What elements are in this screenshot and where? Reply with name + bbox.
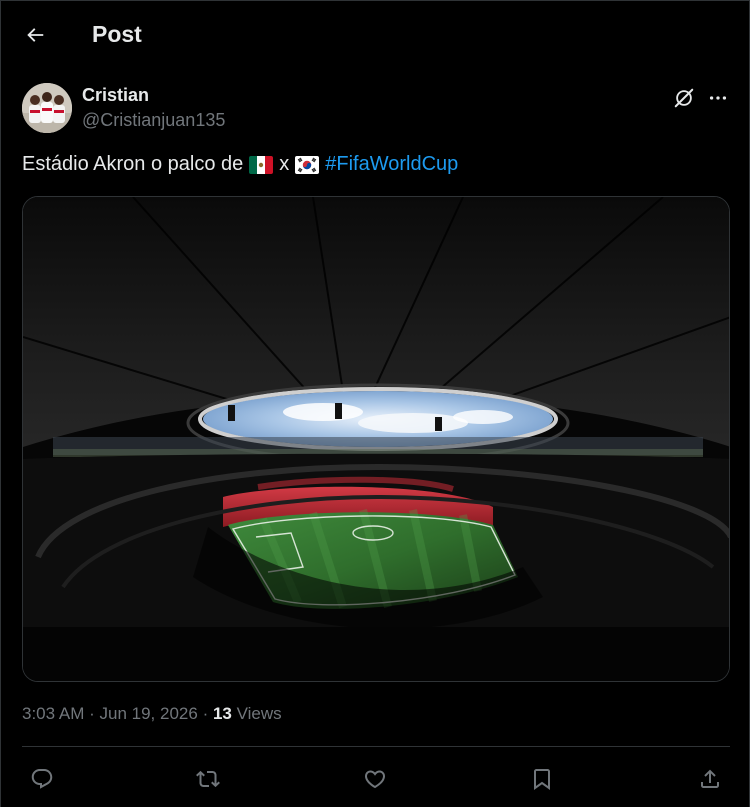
bookmark-button[interactable] bbox=[522, 759, 562, 799]
more-button[interactable] bbox=[703, 83, 733, 113]
grok-button[interactable] bbox=[669, 83, 699, 113]
tweet-media-image[interactable] bbox=[22, 196, 730, 682]
post-detail-view: Post Cristian @Cristianjuan135 Estádio A… bbox=[0, 0, 750, 807]
repost-icon bbox=[196, 770, 220, 788]
meta-separator: · bbox=[89, 704, 95, 723]
views-count: 13 bbox=[212, 704, 232, 723]
share-button[interactable] bbox=[690, 759, 730, 799]
avatar[interactable] bbox=[22, 83, 72, 133]
more-icon bbox=[709, 96, 727, 100]
divider bbox=[22, 746, 730, 747]
post-time[interactable]: 3:03 AM bbox=[22, 704, 84, 723]
mexico-flag-icon bbox=[249, 155, 274, 174]
author-handle[interactable]: @Cristianjuan135 bbox=[82, 110, 225, 131]
page-title: Post bbox=[92, 21, 142, 47]
back-button[interactable] bbox=[15, 15, 55, 55]
like-button[interactable] bbox=[355, 759, 395, 799]
arrow-left-icon bbox=[27, 28, 44, 42]
header: Post bbox=[1, 1, 750, 69]
hashtag-link[interactable]: #FifaWorldCup bbox=[325, 153, 458, 176]
tweet-text-part: x bbox=[279, 153, 290, 175]
reply-icon bbox=[31, 769, 53, 789]
post-meta: 3:03 AM · Jun 19, 2026 · 13 Views bbox=[22, 704, 282, 724]
south-korea-flag-icon bbox=[295, 155, 320, 174]
tweet-text-part: Estádio Akron o palco de bbox=[22, 153, 244, 175]
repost-button[interactable] bbox=[188, 759, 228, 799]
bookmark-icon bbox=[534, 769, 550, 790]
tweet-text: Estádio Akron o palco de x #FifaWorldCup bbox=[22, 153, 458, 176]
post-date[interactable]: Jun 19, 2026 bbox=[100, 704, 198, 723]
action-bar bbox=[22, 759, 730, 799]
author-display-name[interactable]: Cristian bbox=[82, 85, 149, 106]
views-label: Views bbox=[236, 704, 282, 723]
grok-icon bbox=[674, 88, 694, 108]
reply-button[interactable] bbox=[22, 759, 62, 799]
like-icon bbox=[364, 770, 386, 789]
share-icon bbox=[701, 769, 719, 788]
meta-separator: · bbox=[202, 704, 209, 723]
